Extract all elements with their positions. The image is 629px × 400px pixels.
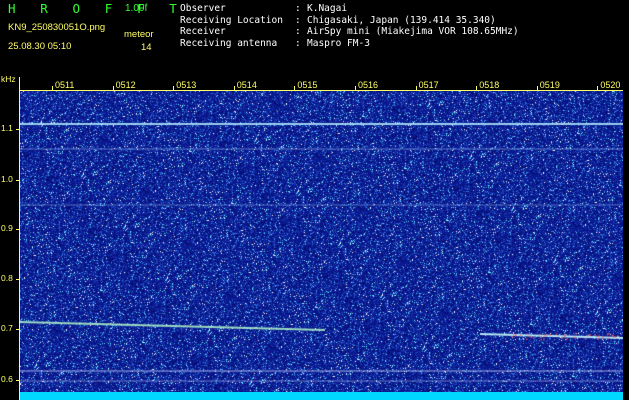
meteor-count: 14	[141, 42, 152, 53]
info-key: Receiver	[180, 26, 226, 37]
spectrogram-canvas	[20, 91, 623, 400]
info-row: Observer: K.Nagai	[180, 3, 519, 15]
y-tick-mark	[16, 279, 20, 280]
meteor-label: meteor	[124, 29, 154, 40]
y-tick-label: 0.9	[1, 223, 13, 233]
info-row: Receiving Location: Chigasaki, Japan (139…	[180, 15, 519, 27]
info-separator: :	[295, 14, 301, 26]
y-tick-mark	[16, 129, 20, 130]
info-key: Receiving antenna	[180, 37, 278, 49]
y-tick-label: 1.1	[1, 123, 13, 133]
x-tick-label: 0512	[115, 80, 136, 90]
y-tick-mark	[16, 180, 20, 181]
spectrogram-plot	[20, 91, 623, 400]
y-tick-label: 0.7	[1, 323, 13, 333]
y-axis	[19, 77, 20, 400]
info-value: Chigasaki, Japan (139.414 35.340)	[307, 14, 496, 26]
info-key: Observer	[180, 3, 226, 14]
x-tick-mark	[415, 86, 417, 91]
signal-bottom-bar	[20, 392, 623, 400]
x-tick-label: 0519	[539, 80, 560, 90]
datetime-label: 25.08.30 05:10	[8, 41, 72, 52]
x-tick-mark	[355, 86, 356, 91]
app-logo: H R O F F T	[8, 1, 186, 16]
x-axis	[19, 90, 623, 91]
x-tick-mark	[597, 86, 599, 91]
x-tick-mark	[294, 86, 296, 91]
y-tick-label: 0.8	[1, 273, 13, 283]
x-tick-label: 0511	[55, 80, 75, 90]
y-tick-label: 1.0	[1, 174, 13, 184]
y-tick-mark	[16, 229, 20, 230]
info-value: AirSpy mini (Miakejima VOR 108.65MHz)	[307, 26, 519, 37]
info-separator: :	[295, 3, 301, 14]
info-row: Receiving antenna: Maspro FM-3	[180, 38, 519, 50]
info-value: K.Nagai	[307, 3, 348, 14]
x-tick-label: 0516	[358, 80, 379, 90]
filename-label: KN9_250830051O.png	[8, 22, 106, 33]
x-tick-mark	[476, 86, 478, 91]
x-tick-mark	[536, 86, 538, 91]
info-key: Receiving Location	[180, 14, 283, 26]
info-separator: :	[295, 26, 301, 37]
x-tick-mark	[52, 86, 53, 91]
x-tick-label: 0514	[236, 80, 257, 90]
y-tick-mark	[16, 380, 20, 381]
x-tick-label: 0517	[418, 80, 439, 90]
x-tick-mark	[112, 86, 114, 91]
info-value: Maspro FM-3	[307, 37, 370, 49]
info-separator: :	[295, 37, 301, 49]
x-tick-label: 0515	[297, 80, 318, 90]
y-unit-label: kHz	[1, 74, 16, 84]
version-label: 1.00f	[125, 3, 148, 14]
x-tick-label: 0518	[479, 80, 500, 90]
x-tick-label: 0513	[176, 80, 197, 90]
y-tick-mark	[16, 329, 20, 330]
x-tick-mark	[173, 86, 175, 91]
station-info: Observer: K.Nagai Receiving Location: Chiga…	[180, 3, 519, 49]
x-tick-mark	[233, 86, 235, 91]
y-tick-label: 0.6	[1, 374, 13, 384]
info-row: Receiver: AirSpy mini (Miakejima VOR 108.…	[180, 26, 519, 38]
header-panel: H R O F F T 1.00f KN9_250830051O.png 25.…	[0, 0, 629, 75]
x-tick-label: 0520	[600, 80, 621, 90]
